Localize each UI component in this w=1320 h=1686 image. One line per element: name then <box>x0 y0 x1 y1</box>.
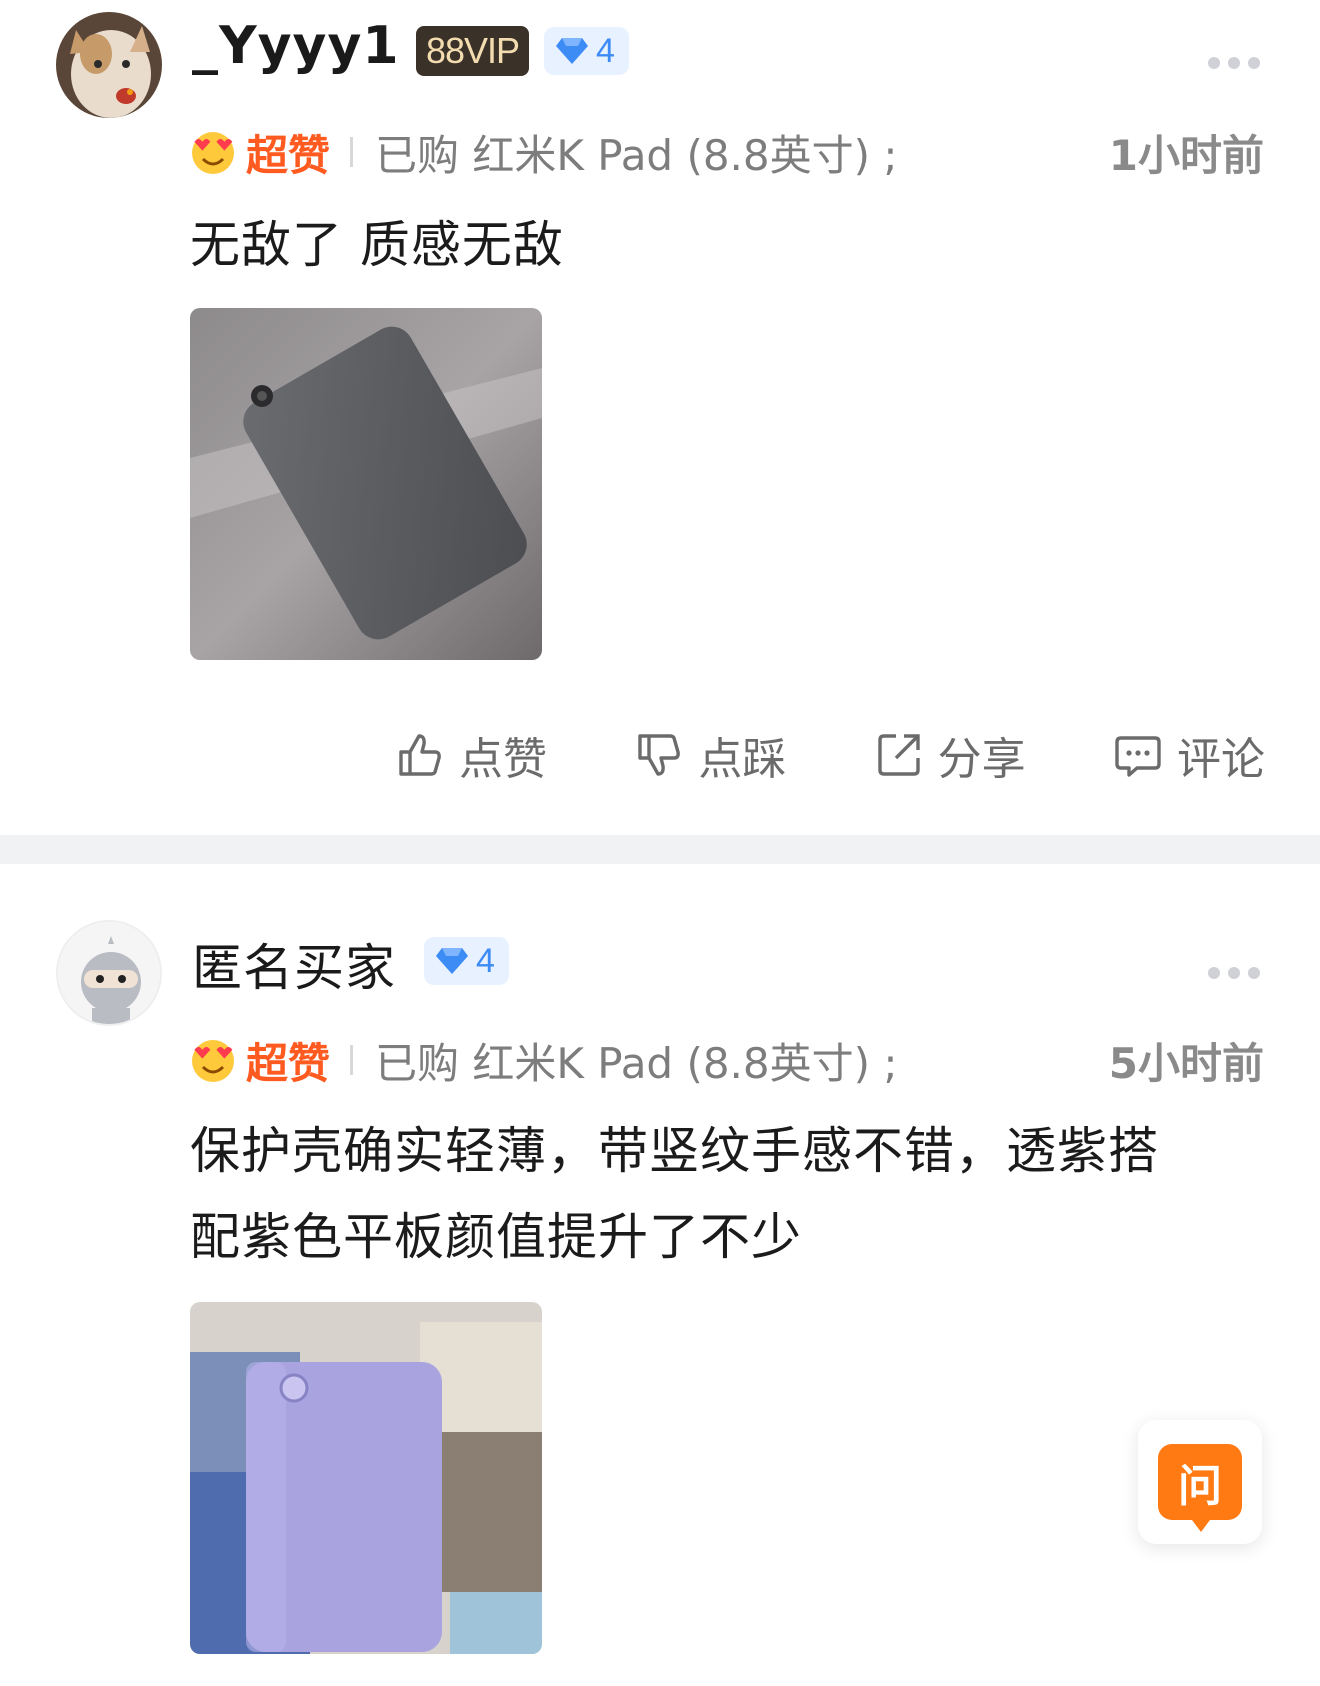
review-text: 保护壳确实轻薄，带竖纹手感不错，透紫搭配紫色平板颜值提升了不少 <box>190 1122 1159 1266</box>
review-meta: 超赞 已购 红米K Pad (8.8英寸) ; 1小时前 <box>190 122 1264 182</box>
comment-label: 评论 <box>1176 734 1265 785</box>
share-icon <box>877 734 920 776</box>
like-label: 点赞 <box>459 734 547 785</box>
level-number: 4 <box>476 942 495 980</box>
dislike-button[interactable]: 点踩 <box>634 723 786 787</box>
rating-label: 超赞 <box>246 130 331 180</box>
review-meta: 超赞 已购 红米K Pad (8.8英寸) ; 5小时前 <box>190 1030 1264 1090</box>
ask-icon: 问 <box>1158 1444 1242 1532</box>
more-options-icon[interactable] <box>1208 966 1260 980</box>
review-card: _Yyyy1 88VIP 4 超赞 已购 红米K Pad (8.8英寸) ; 1… <box>0 0 1320 835</box>
purchase-info[interactable]: 已购 红米K Pad (8.8英寸) ; <box>375 1030 1109 1091</box>
level-number: 4 <box>596 32 615 70</box>
dislike-label: 点踩 <box>698 734 787 785</box>
share-button[interactable]: 分享 <box>874 723 1026 787</box>
gray-tablet-photo-icon <box>190 308 542 660</box>
ask-label: 问 <box>1178 1461 1222 1512</box>
username[interactable]: _Yyyy1 <box>192 16 400 76</box>
anonymous-avatar[interactable] <box>56 920 162 1026</box>
ask-button[interactable]: 问 <box>1138 1420 1262 1544</box>
more-options-icon[interactable] <box>1208 56 1260 70</box>
rating-label: 超赞 <box>246 1038 331 1088</box>
purchase-info[interactable]: 已购 红米K Pad (8.8英寸) ; <box>375 122 1109 183</box>
meta-divider <box>350 1045 354 1075</box>
review-time: 1小时前 <box>1108 130 1264 180</box>
user-avatar[interactable] <box>56 12 162 118</box>
diamond-icon <box>436 948 468 974</box>
like-button[interactable]: 点赞 <box>395 723 547 787</box>
username[interactable]: 匿名买家 <box>192 928 396 1000</box>
review-divider <box>0 835 1320 864</box>
heart-eyes-emoji-icon <box>192 132 234 174</box>
action-bar: 点赞 点踩 分享 评论 <box>395 720 1265 790</box>
share-label: 分享 <box>937 734 1026 785</box>
purple-tablet-photo-icon <box>190 1302 542 1654</box>
diamond-icon <box>556 38 588 64</box>
review-time: 5小时前 <box>1108 1038 1264 1088</box>
heart-eyes-emoji-icon <box>192 1040 234 1082</box>
vip-badge: 88VIP <box>416 26 530 76</box>
comment-icon <box>1115 736 1161 777</box>
level-badge: 4 <box>424 937 509 985</box>
thumbs-down-icon <box>638 734 681 776</box>
review-photo[interactable] <box>190 1302 542 1654</box>
level-badge: 4 <box>544 27 629 75</box>
review-photo[interactable] <box>190 308 542 660</box>
comment-button[interactable]: 评论 <box>1113 723 1265 787</box>
review-text: 无敌了 质感无敌 <box>190 216 564 274</box>
review-card: 匿名买家 4 超赞 已购 红米K Pad (8.8英寸) ; 5小时前 保护壳确… <box>0 864 1320 1686</box>
meta-divider <box>350 137 354 167</box>
thumbs-up-icon <box>399 734 441 776</box>
